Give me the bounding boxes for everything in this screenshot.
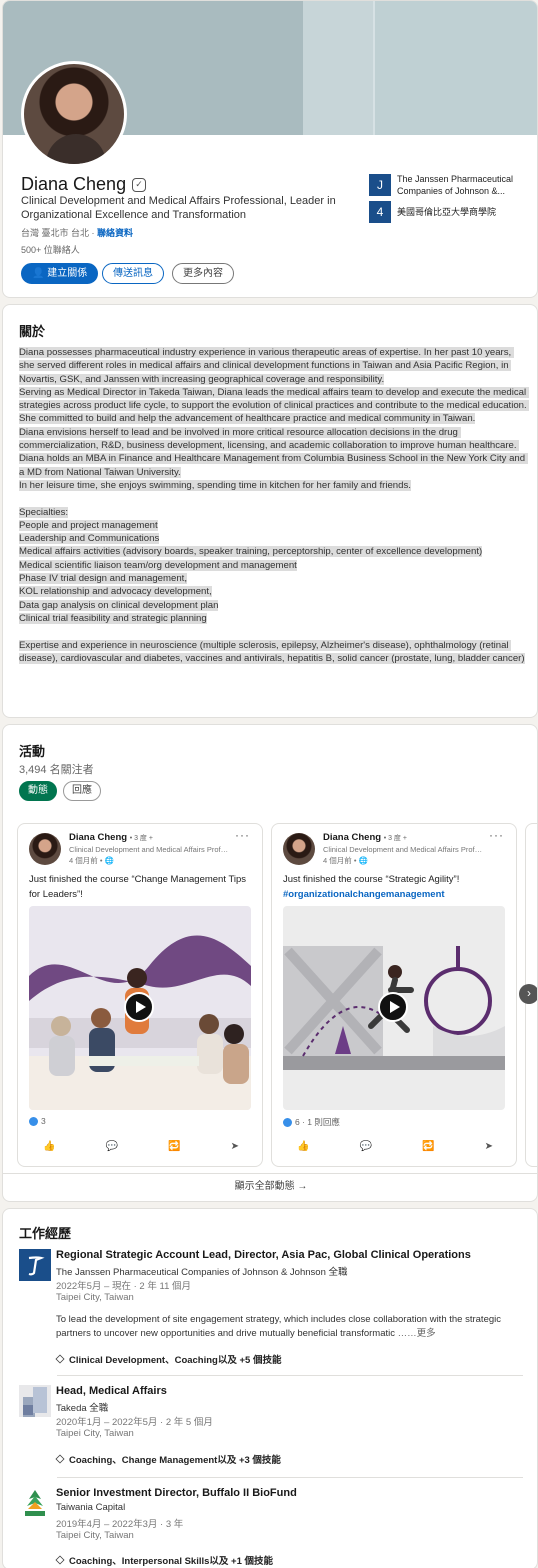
about-text: Diana possesses pharmaceutical industry … [19, 346, 530, 665]
columbia-logo-icon: 4 [369, 201, 391, 223]
experience-item[interactable]: Regional Strategic Account Lead, Directo… [19, 1249, 527, 1369]
like-icon[interactable]: 👍 [297, 1141, 309, 1152]
post-author-subtitle: Clinical Development and Medical Affairs… [323, 845, 483, 854]
profile-avatar[interactable] [21, 61, 127, 167]
connect-button[interactable]: 👤 建立關係 [21, 263, 99, 284]
post-text: Just finished the course “Strategic Agil… [283, 872, 505, 902]
job-location: Taipei City, Taiwan [56, 1428, 134, 1439]
tab-comments[interactable]: 回應 [63, 781, 101, 801]
post-author[interactable]: Diana Cheng • 3 度 + [323, 832, 407, 843]
org-education[interactable]: 4 美國哥倫比亞大學商學院 [369, 201, 496, 223]
more-button[interactable]: 更多內容 [172, 263, 234, 284]
verified-icon[interactable]: ✓ [132, 177, 147, 192]
job-location: Taipei City, Taiwan [56, 1530, 134, 1541]
job-skills[interactable]: Coaching、Change Management以及 +3 個技能 [55, 1452, 281, 1466]
activity-post[interactable]: Diana Cheng • 3 度 + Clinical Development… [271, 823, 517, 1167]
experience-item[interactable]: Senior Investment Director, Buffalo II B… [19, 1487, 527, 1568]
profile-headline: Clinical Development and Medical Affairs… [21, 195, 336, 221]
post-hashtag[interactable]: #organizationalchangemanagement [283, 887, 505, 902]
like-reaction-icon [29, 1116, 38, 1126]
skill-diamond-icon [55, 1354, 65, 1364]
job-company: Taiwania Capital [56, 1502, 126, 1513]
divider [3, 1173, 537, 1174]
profile-name: Diana Cheng ✓ [21, 174, 147, 195]
activity-post[interactable]: Diana Cheng • 3 度 + Clinical Development… [17, 823, 263, 1167]
plus-user-icon: 👤 [32, 268, 45, 279]
send-icon[interactable]: ➤ [485, 1141, 493, 1152]
like-icon[interactable]: 👍 [43, 1141, 55, 1152]
post-actions: 👍 💬 🔁 ➤ [272, 1141, 518, 1152]
job-dates: 2020年1月 – 2022年5月 · 2 年 5 個月 [56, 1417, 213, 1428]
job-location: Taipei City, Taiwan [56, 1292, 134, 1303]
post-avatar[interactable] [29, 833, 61, 865]
job-company: The Janssen Pharmaceutical Companies of … [56, 1267, 348, 1278]
skill-diamond-icon [55, 1555, 65, 1565]
post-reactions[interactable]: 3 [29, 1116, 46, 1126]
taiwania-logo-icon [19, 1487, 51, 1519]
experience-card: 工作經歷 Regional Strategic Account Lead, Di… [2, 1208, 538, 1568]
comment-icon[interactable]: 💬 [360, 1141, 372, 1152]
message-button[interactable]: 傳送訊息 [102, 263, 164, 284]
skill-diamond-icon [55, 1454, 65, 1464]
org-current-company[interactable]: J The Janssen Pharmaceutical Companies o… [369, 173, 527, 197]
comment-icon[interactable]: 💬 [106, 1141, 118, 1152]
profile-location: 台灣 臺北市 台北 · 聯絡資料 [21, 228, 134, 238]
about-card: 關於 Diana possesses pharmaceutical indust… [2, 304, 538, 718]
repost-icon[interactable]: 🔁 [422, 1141, 434, 1152]
connections-count: 500+ 位聯絡人 [21, 245, 80, 255]
job-title[interactable]: Head, Medical Affairs [56, 1385, 167, 1397]
job-skills[interactable]: Coaching、Interpersonal Skills以及 +1 個技能 [55, 1553, 273, 1567]
followers-count: 3,494 名關注者 [19, 764, 94, 776]
post-video-thumbnail[interactable] [283, 906, 505, 1110]
more-options-icon[interactable]: ··· [489, 828, 504, 842]
post-time: 4 個月前 • 🌐 [69, 856, 114, 865]
experience-title: 工作經歷 [19, 1226, 72, 1241]
divider [57, 1375, 523, 1376]
repost-icon[interactable]: 🔁 [168, 1141, 180, 1152]
post-avatar[interactable] [283, 833, 315, 865]
tab-posts[interactable]: 動態 [19, 781, 57, 801]
job-company: Takeda 全職 [56, 1403, 109, 1414]
more-options-icon[interactable]: ··· [235, 828, 250, 842]
post-time: 4 個月前 • 🌐 [323, 856, 368, 865]
job-title[interactable]: Regional Strategic Account Lead, Directo… [56, 1249, 471, 1261]
profile-card: Diana Cheng ✓ Clinical Development and M… [2, 0, 538, 298]
play-icon[interactable] [124, 992, 154, 1022]
send-icon[interactable]: ➤ [231, 1141, 239, 1152]
job-dates: 2019年4月 – 2022年3月 · 3 年 [56, 1519, 184, 1530]
divider [57, 1477, 523, 1478]
carousel-next-icon[interactable]: › [519, 984, 537, 1004]
job-skills[interactable]: Clinical Development、Coaching以及 +5 個技能 [55, 1352, 281, 1366]
activity-title: 活動 [19, 744, 46, 759]
janssen-logo-icon [19, 1249, 51, 1281]
janssen-logo-icon: J [369, 174, 391, 196]
contact-info-link[interactable]: 聯絡資料 [97, 228, 133, 238]
job-title[interactable]: Senior Investment Director, Buffalo II B… [56, 1487, 297, 1499]
about-title: 關於 [19, 324, 46, 339]
post-reactions[interactable]: 6 · 1 則回應 [283, 1116, 340, 1128]
job-description: To lead the development of site engageme… [56, 1314, 501, 1339]
like-reaction-icon [283, 1117, 292, 1127]
show-all-activity-link[interactable]: 顯示全部動態 → [3, 1177, 537, 1192]
post-author-subtitle: Clinical Development and Medical Affairs… [69, 845, 229, 854]
post-actions: 👍 💬 🔁 ➤ [18, 1141, 264, 1152]
play-icon[interactable] [378, 992, 408, 1022]
experience-item[interactable]: Head, Medical Affairs Takeda 全職 2020年1月 … [19, 1385, 527, 1475]
job-dates: 2022年5月 – 現在 · 2 年 11 個月 [56, 1281, 191, 1292]
activity-card: 活動 3,494 名關注者 動態 回應 Diana Cheng • 3 度 + … [2, 724, 538, 1202]
post-author[interactable]: Diana Cheng • 3 度 + [69, 832, 153, 843]
see-more-link[interactable]: ……更多 [398, 1328, 436, 1339]
takeda-logo-icon [19, 1385, 51, 1417]
post-text: Just finished the course “Change Managem… [29, 874, 247, 900]
post-video-thumbnail[interactable] [29, 906, 251, 1110]
